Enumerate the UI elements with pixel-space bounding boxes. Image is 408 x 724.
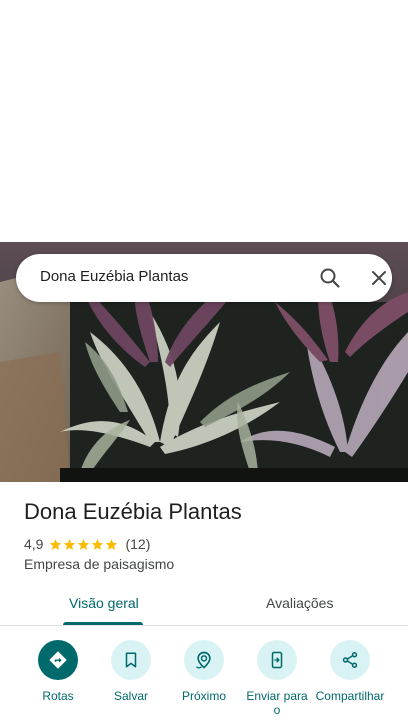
save-label: Salvar bbox=[113, 689, 148, 703]
bookmark-icon[interactable] bbox=[111, 640, 151, 680]
directions-icon[interactable] bbox=[38, 640, 78, 680]
star-icon bbox=[50, 538, 62, 550]
action-bar: Rotas Salvar Próximo Enviar para o Compa… bbox=[0, 640, 408, 724]
send-to-phone-icon[interactable] bbox=[257, 640, 297, 680]
send-to-phone-button[interactable]: Enviar para o bbox=[237, 640, 317, 717]
rating-row[interactable]: 4,9 (12) bbox=[24, 535, 150, 553]
star-icon bbox=[92, 538, 104, 550]
send-to-phone-label: Enviar para o bbox=[246, 689, 308, 717]
share-icon[interactable] bbox=[330, 640, 370, 680]
rating-value: 4,9 bbox=[24, 536, 44, 552]
star-icon bbox=[78, 538, 90, 550]
nearby-icon[interactable] bbox=[184, 640, 224, 680]
tab-bar: Visão geral Avaliações bbox=[0, 584, 408, 626]
active-tab-indicator bbox=[63, 622, 143, 625]
nearby-button[interactable]: Próximo bbox=[164, 640, 244, 703]
search-icon[interactable] bbox=[318, 266, 342, 290]
place-title: Dona Euzébia Plantas bbox=[24, 499, 242, 524]
search-input[interactable]: Dona Euzébia Plantas bbox=[40, 268, 188, 285]
directions-label: Rotas bbox=[42, 689, 74, 703]
save-button[interactable]: Salvar bbox=[91, 640, 171, 703]
place-category: Empresa de paisagismo bbox=[24, 556, 175, 572]
star-icon bbox=[106, 538, 118, 550]
star-rating bbox=[49, 538, 119, 551]
directions-button[interactable]: Rotas bbox=[18, 640, 98, 703]
tab-overview[interactable]: Visão geral bbox=[69, 595, 139, 611]
search-bar[interactable]: Dona Euzébia Plantas bbox=[16, 254, 392, 302]
star-icon bbox=[64, 538, 76, 550]
close-icon[interactable] bbox=[368, 267, 390, 289]
share-label: Compartilhar bbox=[315, 689, 385, 703]
map-area-blank bbox=[0, 0, 408, 242]
tab-reviews[interactable]: Avaliações bbox=[266, 595, 333, 611]
nearby-label: Próximo bbox=[181, 689, 226, 703]
review-count[interactable]: (12) bbox=[125, 536, 150, 552]
share-button[interactable]: Compartilhar bbox=[310, 640, 390, 703]
